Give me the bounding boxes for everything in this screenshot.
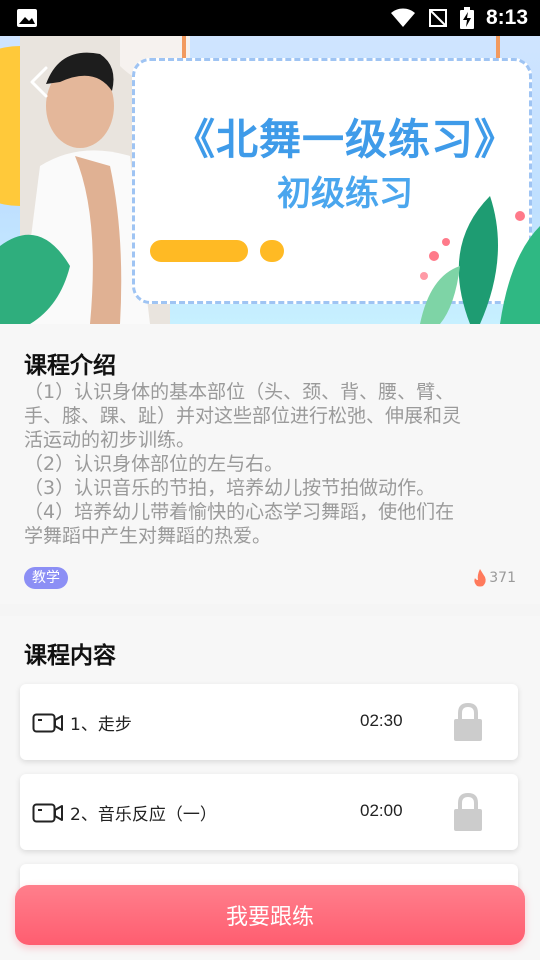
lesson-item[interactable]: 2、音乐反应（一） 02:00 xyxy=(20,774,518,850)
banner-pill-decoration xyxy=(150,240,248,262)
lesson-title: 2、音乐反应（一） xyxy=(70,805,217,825)
popularity-count: 371 xyxy=(473,568,516,588)
lock-icon xyxy=(454,702,482,741)
lesson-title: 1、走步 xyxy=(70,715,132,735)
course-intro-section: 课程介绍 （1）认识身体的基本部位（头、颈、背、腰、臂、 手、膝、踝、趾）并对这… xyxy=(0,324,540,604)
intro-line: （4）培养幼儿带着愉快的心态学习舞蹈，使他们在 xyxy=(24,501,455,523)
intro-line: （1）认识身体的基本部位（头、颈、背、腰、臂、 xyxy=(24,381,455,403)
no-signal-icon xyxy=(428,9,447,27)
video-camera-icon xyxy=(32,803,63,823)
intro-heading: 课程介绍 xyxy=(24,353,116,379)
intro-line: 活运动的初步训练。 xyxy=(24,429,196,451)
follow-practice-button[interactable]: 我要跟练 xyxy=(15,885,525,945)
intro-line: 学舞蹈中产生对舞蹈的热爱。 xyxy=(24,525,272,547)
intro-line: （3）认识音乐的节拍，培养幼儿按节拍做动作。 xyxy=(24,477,436,499)
status-time: 8:13 xyxy=(485,6,528,29)
course-banner: 《北舞一级练习》 初级练习 xyxy=(0,36,540,324)
status-bar: 8:13 xyxy=(0,0,540,36)
back-arrow-icon[interactable] xyxy=(26,64,54,100)
banner-title: 《北舞一级练习》 xyxy=(172,115,517,164)
video-camera-icon xyxy=(32,713,63,733)
intro-line: （2）认识身体部位的左与右。 xyxy=(24,453,284,475)
battery-charging-icon xyxy=(459,7,474,29)
lesson-duration: 02:00 xyxy=(360,801,403,820)
flame-icon xyxy=(474,569,486,587)
category-tag[interactable]: 教学 xyxy=(24,567,68,589)
image-icon xyxy=(17,9,37,27)
lock-icon xyxy=(454,792,482,831)
popularity-value: 371 xyxy=(489,570,516,586)
content-heading: 课程内容 xyxy=(24,643,116,669)
lesson-duration: 02:30 xyxy=(360,711,403,730)
plant-decoration xyxy=(420,196,540,324)
wifi-icon xyxy=(390,8,415,27)
intro-description: （1）认识身体的基本部位（头、颈、背、腰、臂、 手、膝、踝、趾）并对这些部位进行… xyxy=(24,380,524,548)
intro-line: 手、膝、踝、趾）并对这些部位进行松弛、伸展和灵 xyxy=(24,405,462,427)
lesson-item[interactable]: 1、走步 02:30 xyxy=(20,684,518,760)
banner-dot-decoration xyxy=(260,240,284,262)
